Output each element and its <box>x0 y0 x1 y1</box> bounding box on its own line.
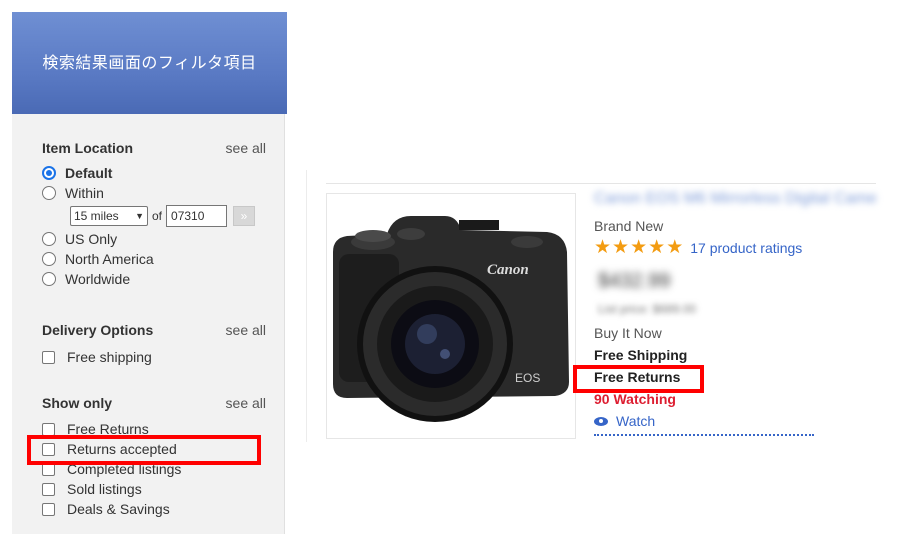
delivery-options-header: Delivery Options see all <box>42 320 266 340</box>
radio-north-america[interactable] <box>42 252 56 266</box>
show-only-title: Show only <box>42 395 112 411</box>
location-option-worldwide[interactable]: Worldwide <box>42 269 266 289</box>
camera-brand-text: Canon <box>487 262 529 278</box>
radio-within[interactable] <box>42 186 56 200</box>
star-icon: ★ <box>648 237 666 258</box>
checkbox-free-returns[interactable] <box>42 422 55 436</box>
location-option-us-only[interactable]: US Only <box>42 229 266 249</box>
product-title[interactable]: Canon EOS M6 Mirrorless Digital Camera <box>594 190 876 210</box>
product-image[interactable]: Canon EOS <box>326 193 576 439</box>
location-option-label: Within <box>65 185 104 201</box>
distance-value: 15 miles <box>74 209 119 223</box>
star-icon: ★ <box>630 237 648 258</box>
star-icon: ★ <box>612 237 630 258</box>
camera-model-text: EOS <box>515 371 540 385</box>
item-location-header: Item Location see all <box>42 138 266 158</box>
product-ratings-link[interactable]: 17 product ratings <box>690 240 802 256</box>
within-distance-row: 15 miles ▼ of 07310 » <box>70 203 266 229</box>
filter-sidebar: Item Location see all Default Within 15 … <box>12 114 285 534</box>
annotation-banner: 検索結果画面のフィルタ項目 <box>12 12 287 114</box>
zip-input[interactable]: 07310 <box>166 205 228 227</box>
delivery-options-section: Delivery Options see all Free shipping <box>42 320 266 367</box>
delivery-options-see-all[interactable]: see all <box>226 322 266 338</box>
product-list-price: List price: $689.00 <box>598 302 697 316</box>
item-location-see-all[interactable]: see all <box>226 140 266 156</box>
product-price: $432.99 <box>598 270 671 292</box>
item-location-section: Item Location see all Default Within 15 … <box>42 138 266 289</box>
location-option-default[interactable]: Default <box>42 163 266 183</box>
radio-default[interactable] <box>42 166 56 180</box>
item-location-title: Item Location <box>42 140 134 156</box>
product-condition: Brand New <box>594 218 664 234</box>
radio-worldwide[interactable] <box>42 272 56 286</box>
checkbox-free-shipping[interactable] <box>42 350 55 364</box>
watch-link[interactable]: Watch <box>594 413 655 429</box>
show-only-label: Deals & Savings <box>67 501 170 517</box>
product-watching: 90 Watching <box>594 391 676 407</box>
location-option-label: North America <box>65 251 154 267</box>
location-option-within[interactable]: Within <box>42 183 266 203</box>
show-only-see-all[interactable]: see all <box>226 395 266 411</box>
watch-label: Watch <box>616 413 656 429</box>
of-label: of <box>152 209 163 223</box>
delivery-option-label: Free shipping <box>67 349 152 365</box>
highlight-returns-accepted <box>27 435 261 465</box>
delivery-option-free-shipping[interactable]: Free shipping <box>42 347 266 367</box>
location-option-label: Default <box>65 165 113 181</box>
product-shipping: Free Shipping <box>594 347 688 363</box>
show-only-deals-savings[interactable]: Deals & Savings <box>42 499 266 519</box>
delivery-options-title: Delivery Options <box>42 322 154 338</box>
location-option-label: US Only <box>65 231 118 247</box>
checkbox-deals-savings[interactable] <box>42 502 55 516</box>
highlight-free-returns <box>573 365 704 393</box>
card-divider <box>326 183 876 184</box>
truncated-link-row <box>594 434 814 439</box>
camera-image: Canon EOS <box>333 216 569 422</box>
location-option-north-america[interactable]: North America <box>42 249 266 269</box>
show-only-label: Sold listings <box>67 481 142 497</box>
show-only-sold-listings[interactable]: Sold listings <box>42 479 266 499</box>
banner-title: 検索結果画面のフィルタ項目 <box>42 53 257 72</box>
rating-row[interactable]: ★ ★ ★ ★ ★ 17 product ratings <box>594 238 802 257</box>
card-divider <box>306 170 307 442</box>
show-only-header: Show only see all <box>42 393 266 413</box>
star-icon: ★ <box>666 237 684 258</box>
product-format: Buy It Now <box>594 325 662 341</box>
star-icon: ★ <box>594 237 612 258</box>
chevron-down-icon: ▼ <box>135 211 144 221</box>
radio-us-only[interactable] <box>42 232 56 246</box>
location-option-label: Worldwide <box>65 271 131 287</box>
eye-icon <box>594 416 608 426</box>
double-chevron-right-icon: » <box>240 209 248 223</box>
checkbox-sold-listings[interactable] <box>42 482 55 496</box>
zip-value: 07310 <box>171 209 205 223</box>
distance-select[interactable]: 15 miles ▼ <box>70 206 148 226</box>
go-button[interactable]: » <box>233 206 256 226</box>
